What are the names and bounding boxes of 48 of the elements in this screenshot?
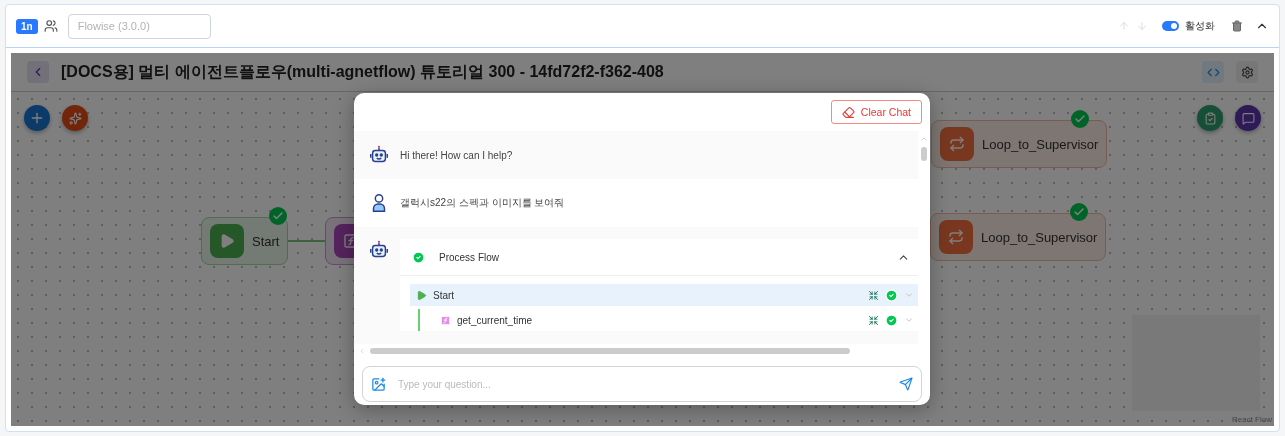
process-flow-title: Process Flow (439, 251, 500, 263)
validate-button[interactable] (1197, 105, 1223, 131)
flow-step[interactable]: Start (410, 284, 918, 306)
add-node-button[interactable] (24, 105, 50, 131)
step-label: Start (433, 289, 456, 301)
send-icon[interactable] (899, 377, 913, 391)
generate-button[interactable] (62, 105, 88, 131)
active-toggle[interactable] (1162, 21, 1179, 31)
clear-chat-button[interactable]: Clear Chat (830, 100, 922, 124)
users-icon[interactable] (43, 19, 58, 33)
scroll-thumb[interactable] (921, 147, 927, 161)
message-text: Hi there! How can I help? (400, 149, 513, 161)
flow-title: [DOCS용] 멀티 에이전트플로우(multi-agnetflow) 튜토리얼 300 - 14fd72f2-f362-408 (61, 61, 664, 82)
settings-icon (1240, 65, 1254, 79)
chat-icon (1241, 111, 1255, 125)
name-field[interactable]: Flowise (3.0.0) (67, 13, 211, 39)
node-label: Start (252, 233, 280, 249)
chevron-icon[interactable] (904, 290, 914, 300)
back-button[interactable] (27, 61, 49, 83)
flow-node[interactable]: Loop_to_Supervisor (931, 120, 1108, 168)
repeat-icon (939, 220, 973, 254)
node-label: Loop_to_Supervisor (981, 229, 1098, 245)
scroll-up-icon[interactable] (920, 135, 928, 143)
question-field[interactable]: Type your question... (362, 366, 922, 402)
message-text: 갤럭시s22의 스펙과 이미지를 보여줘 (400, 196, 565, 210)
chevron-icon[interactable] (904, 315, 914, 325)
chat-button[interactable] (1235, 105, 1261, 131)
image-upload-icon[interactable] (371, 376, 386, 392)
flow-node[interactable]: Loop_to_Supervisor (930, 213, 1107, 261)
code-button[interactable] (1202, 61, 1224, 83)
trash-icon[interactable] (1231, 20, 1243, 32)
flow-step[interactable]: get_current_time (418, 309, 918, 331)
play-icon (210, 224, 244, 258)
plus-icon (29, 110, 45, 126)
shrink-icon[interactable] (868, 289, 879, 301)
settings-button[interactable] (1236, 61, 1258, 83)
shrink-icon[interactable] (868, 314, 879, 326)
clipboard-check-icon (1203, 111, 1217, 125)
version-badge: 1n (16, 18, 38, 34)
node-label: Loop_to_Supervisor (982, 136, 1099, 152)
eraser-icon (841, 105, 855, 119)
play-icon (416, 289, 427, 301)
function-icon (440, 314, 451, 326)
sparkles-icon (68, 111, 82, 125)
flow-node[interactable]: Start (201, 217, 289, 265)
step-label: get_current_time (457, 314, 534, 326)
toggle-label: 활성화 (1185, 19, 1215, 33)
repeat-icon (940, 127, 974, 161)
